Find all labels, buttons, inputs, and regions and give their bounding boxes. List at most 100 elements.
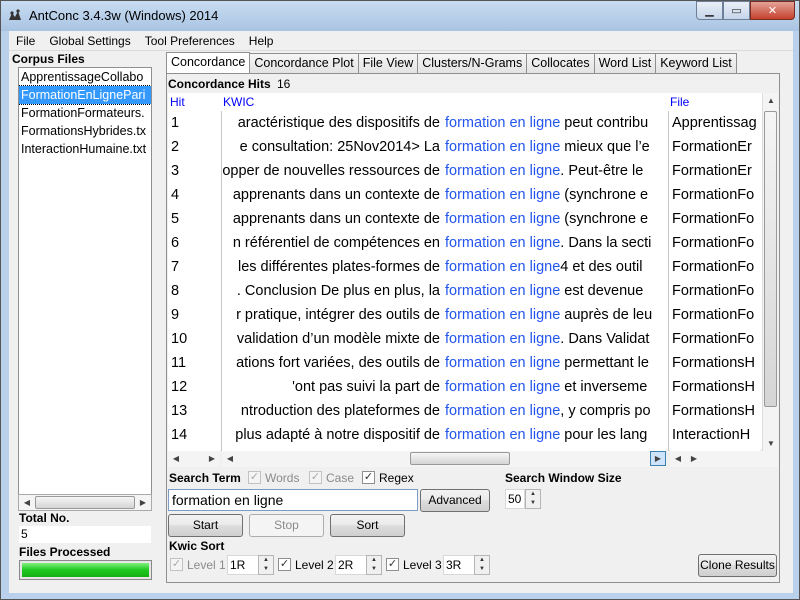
kwic-search-term[interactable]: formation en ligne [445, 115, 560, 131]
kwic-search-term[interactable]: formation en ligne [445, 259, 560, 275]
kwic-line[interactable]: . Conclusion De plus en plus, la formatio… [222, 279, 666, 303]
level2-spinner[interactable]: ▲ ▼ [366, 555, 382, 575]
spin-down-icon[interactable]: ▼ [259, 565, 273, 574]
results-vertical-scrollbar[interactable]: ▲ ▼ [762, 93, 778, 451]
minimize-button[interactable]: ▁ [696, 1, 723, 20]
corpus-file-item[interactable]: FormationsHybrides.tx [19, 122, 151, 140]
scrollbar-thumb[interactable] [764, 111, 777, 407]
sort-button[interactable]: Sort [330, 514, 405, 537]
scroll-left-icon[interactable]: ◀ [222, 451, 238, 466]
column-header-file[interactable]: File [670, 95, 689, 109]
menu-tool-preferences[interactable]: Tool Preferences [138, 34, 242, 48]
hit-number-column[interactable]: 1 2 3 4 5 6 7 8 9 10 11 12 13 14 [168, 111, 220, 451]
menu-help[interactable]: Help [242, 34, 281, 48]
words-checkbox[interactable]: ✓ [248, 471, 261, 484]
file-column[interactable]: Apprentissag FormationEr FormationEr Format… [670, 111, 760, 451]
spin-down-icon[interactable]: ▼ [526, 499, 540, 508]
search-term-input[interactable] [168, 489, 418, 511]
scrollbar-thumb[interactable] [410, 452, 510, 465]
kwic-search-term[interactable]: formation en ligne [445, 283, 560, 299]
scrollbar-thumb[interactable] [35, 496, 135, 509]
scroll-right-icon[interactable]: ▶ [204, 451, 220, 466]
column-header-kwic[interactable]: KWIC [223, 95, 254, 109]
scroll-left-icon[interactable]: ◀ [670, 451, 686, 466]
regex-checkbox[interactable]: ✓ [362, 471, 375, 484]
search-window-size-value[interactable]: 50 [505, 489, 525, 509]
level2-value[interactable]: 2R [335, 555, 367, 575]
column-header-hit[interactable]: Hit [170, 95, 185, 109]
corpus-file-item[interactable]: InteractionHumaine.txt [19, 140, 151, 158]
case-checkbox[interactable]: ✓ [309, 471, 322, 484]
level1-checkbox[interactable]: ✓ [170, 558, 183, 571]
level1-value[interactable]: 1R [227, 555, 259, 575]
kwic-line[interactable]: ntroduction des plateformes de formation … [222, 399, 666, 423]
kwic-search-term[interactable]: formation en ligne [445, 379, 560, 395]
kwic-search-term[interactable]: formation en ligne [445, 331, 560, 347]
spin-up-icon[interactable]: ▲ [526, 490, 540, 499]
scroll-down-icon[interactable]: ▼ [763, 436, 779, 451]
kwic-search-term[interactable]: formation en ligne [445, 139, 560, 155]
kwic-line[interactable]: plus adapté à notre dispositif de formati… [222, 423, 666, 447]
stop-button[interactable]: Stop [249, 514, 324, 537]
start-button[interactable]: Start [168, 514, 243, 537]
kwic-line[interactable]: les différentes plates-formes de formatio… [222, 255, 666, 279]
scroll-right-icon[interactable]: ▶ [650, 451, 666, 466]
search-window-size-spinner[interactable]: ▲ ▼ [525, 489, 541, 509]
tab-concordance-plot[interactable]: Concordance Plot [249, 53, 359, 73]
level3-value[interactable]: 3R [443, 555, 475, 575]
kwic-line[interactable]: apprenants dans un contexte de formation … [222, 183, 666, 207]
file-horizontal-scrollbar[interactable]: ◀ ▶ [670, 451, 778, 467]
close-button[interactable]: ✕ [750, 1, 795, 20]
spin-up-icon[interactable]: ▲ [367, 556, 381, 565]
tab-collocates[interactable]: Collocates [526, 53, 595, 73]
level3-checkbox[interactable]: ✓ [386, 558, 399, 571]
kwic-line[interactable]: validation d’un modèle mixte de formation… [222, 327, 666, 351]
scroll-left-icon[interactable]: ◀ [19, 495, 35, 510]
spin-down-icon[interactable]: ▼ [475, 565, 489, 574]
spin-up-icon[interactable]: ▲ [475, 556, 489, 565]
kwic-line[interactable]: opper de nouvelles ressources de formatio… [222, 159, 666, 183]
scroll-up-icon[interactable]: ▲ [763, 93, 779, 108]
clone-results-button[interactable]: Clone Results [698, 554, 777, 577]
kwic-line[interactable]: 'ont pas suivi la part de formation en li… [222, 375, 666, 399]
kwic-search-term[interactable]: formation en ligne [445, 211, 560, 227]
advanced-button[interactable]: Advanced [420, 489, 490, 512]
kwic-line[interactable]: e consultation: 25Nov2014> La formation e… [222, 135, 666, 159]
spin-down-icon[interactable]: ▼ [367, 565, 381, 574]
scroll-left-icon[interactable]: ◀ [168, 451, 184, 466]
kwic-column[interactable]: aractéristique des dispositifs de formati… [222, 111, 666, 451]
corpus-file-item[interactable]: FormationFormateurs. [19, 104, 151, 122]
kwic-search-term[interactable]: formation en ligne [445, 427, 560, 443]
maximize-button[interactable]: ▭ [723, 1, 750, 20]
kwic-line[interactable]: ations fort variées, des outils de format… [222, 351, 666, 375]
corpus-file-item-selected[interactable]: FormationEnLignePari [19, 85, 151, 105]
level3-spinner[interactable]: ▲ ▼ [474, 555, 490, 575]
kwic-search-term[interactable]: formation en ligne [445, 187, 560, 203]
hit-horizontal-scrollbar[interactable]: ◀ ▶ [168, 451, 220, 467]
level2-checkbox[interactable]: ✓ [278, 558, 291, 571]
kwic-line[interactable]: aractéristique des dispositifs de formati… [222, 111, 666, 135]
tab-file-view[interactable]: File View [357, 53, 419, 73]
tab-concordance[interactable]: Concordance [166, 52, 251, 73]
corpus-horizontal-scrollbar[interactable]: ◀ ▶ [18, 494, 152, 511]
scroll-right-icon[interactable]: ▶ [686, 451, 702, 466]
kwic-search-term[interactable]: formation en ligne [445, 163, 560, 179]
scroll-right-icon[interactable]: ▶ [135, 495, 151, 510]
kwic-search-term[interactable]: formation en ligne [445, 235, 560, 251]
tab-clusters-ngrams[interactable]: Clusters/N-Grams [417, 53, 528, 73]
kwic-line[interactable]: apprenants dans un contexte de formation … [222, 207, 666, 231]
kwic-search-term[interactable]: formation en ligne [445, 403, 560, 419]
kwic-search-term[interactable]: formation en ligne [445, 355, 560, 371]
kwic-horizontal-scrollbar[interactable]: ◀ ▶ [222, 451, 666, 467]
tab-keyword-list[interactable]: Keyword List [655, 53, 737, 73]
kwic-search-term[interactable]: formation en ligne [445, 307, 560, 323]
tab-word-list[interactable]: Word List [593, 53, 657, 73]
kwic-line[interactable]: n référentiel de compétences en formation… [222, 231, 666, 255]
menu-file[interactable]: File [9, 34, 42, 48]
corpus-file-item[interactable]: ApprentissageCollabo [19, 68, 151, 86]
kwic-line[interactable]: r pratique, intégrer des outils de format… [222, 303, 666, 327]
menu-global-settings[interactable]: Global Settings [42, 34, 137, 48]
level1-spinner[interactable]: ▲ ▼ [258, 555, 274, 575]
spin-up-icon[interactable]: ▲ [259, 556, 273, 565]
corpus-file-list[interactable]: ApprentissageCollabo FormationEnLignePar… [18, 67, 152, 510]
